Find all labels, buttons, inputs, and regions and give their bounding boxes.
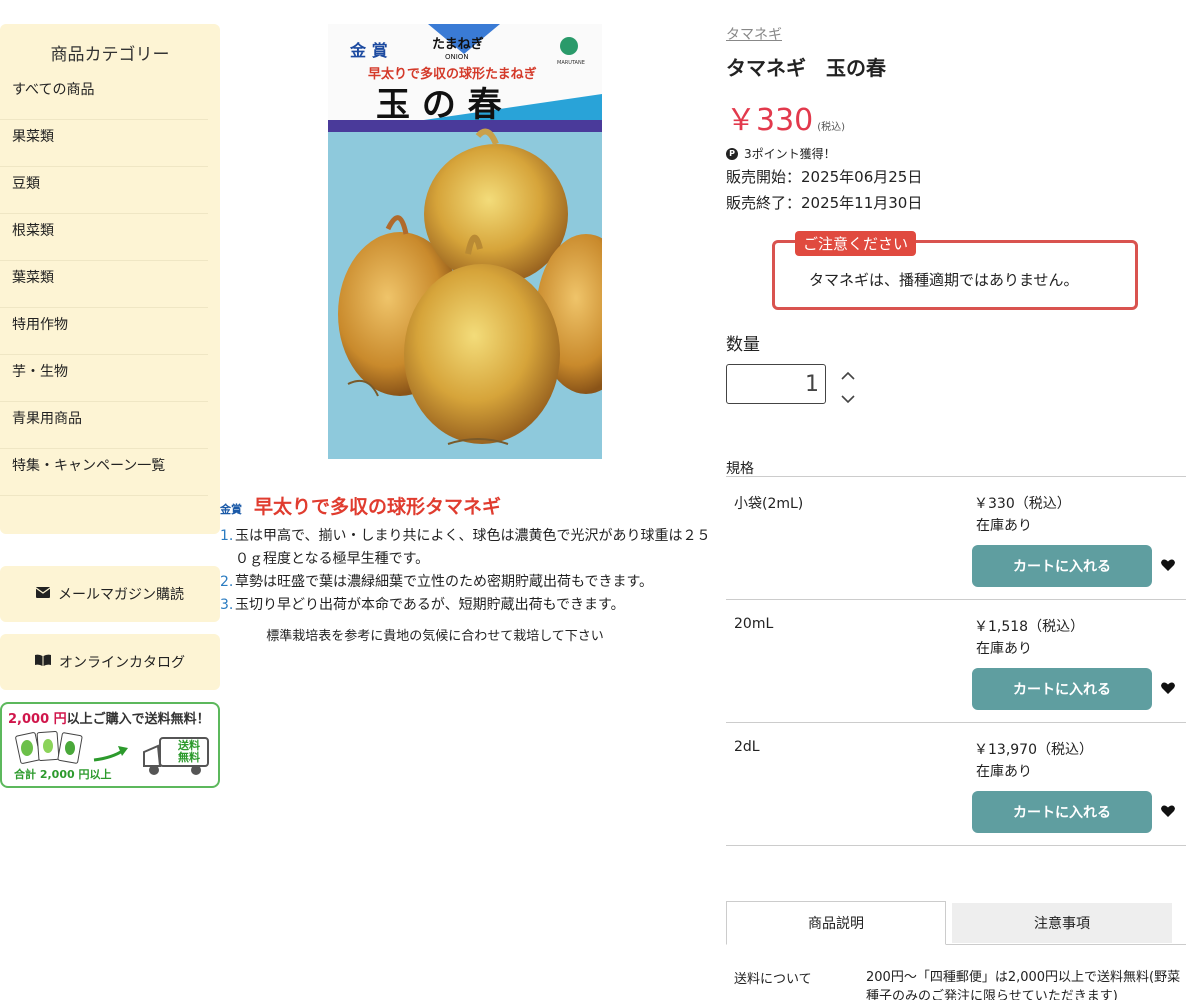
caution-notice: ご注意ください タマネギは、播種適期ではありません。 xyxy=(772,231,1138,310)
banner-amount: 2,000 円 xyxy=(8,712,67,727)
packet-en: ONION xyxy=(445,53,469,61)
product-detail: タマネギ タマネギ 玉の春 ￥330 (税込) P 3ポイント獲得！ 販売開始：… xyxy=(726,24,1186,1000)
caution-text: タマネギは、播種適期ではありません。 xyxy=(809,271,1079,289)
add-to-cart-button[interactable]: カートに入れる xyxy=(972,668,1152,710)
quantity-label: 数量 xyxy=(726,335,760,355)
add-to-cart-button[interactable]: カートに入れる xyxy=(972,791,1152,833)
spec-label: 規格 xyxy=(726,461,754,477)
category-item-fruit-vegetables[interactable]: 果菜類 xyxy=(0,120,208,167)
spec-price: ￥13,970（税込） xyxy=(974,742,1093,758)
chevron-down-icon[interactable] xyxy=(840,391,856,405)
product-image: 金 賞 たまねぎ ONION MARUTANE 早太りで多収の球形たまねぎ 玉 … xyxy=(328,24,602,459)
quantity-input[interactable] xyxy=(726,364,826,404)
spec-name: 小袋(2mL) xyxy=(734,496,804,512)
category-item-beans[interactable]: 豆類 xyxy=(0,167,208,214)
packet-name: 玉 の 春 xyxy=(376,85,502,125)
tab-notes[interactable]: 注意事項 xyxy=(952,903,1172,943)
feature-item: 2. 草勢は旺盛で葉は濃緑細葉で立性のため密期貯蔵出荷もできます。 xyxy=(220,574,654,590)
spec-stock: 在庫あり xyxy=(976,764,1032,780)
category-item-all[interactable]: すべての商品 xyxy=(0,73,208,120)
feature-item: 1. 玉は甲高で、揃い・しまり共によく、球色は濃黄色で光沢があり球重は２５０ｇ程度… xyxy=(220,528,711,567)
banner-headline: 2,000 円以上ご購入で送料無料！ xyxy=(8,708,210,727)
category-item-potatoes[interactable]: 芋・生物 xyxy=(0,355,208,402)
heart-icon[interactable] xyxy=(1160,680,1176,696)
product-price: ￥330 xyxy=(726,103,814,138)
sale-end: 販売終了：2025年11月30日 xyxy=(726,194,923,212)
banner-sub: 合計 2,000 円以上 xyxy=(14,768,112,781)
breadcrumb-category[interactable]: タマネギ xyxy=(726,27,782,43)
packet-maker: MARUTANE xyxy=(557,60,585,66)
description-heading: 金賞 早太りで多収の球形タマネギ xyxy=(220,492,720,519)
product-title: タマネギ 玉の春 xyxy=(726,56,886,80)
packet-kana: たまねぎ xyxy=(432,36,484,52)
add-to-cart-button[interactable]: カートに入れる xyxy=(972,545,1152,587)
category-item-leaf-vegetables[interactable]: 葉菜類 xyxy=(0,261,208,308)
points-info: P 3ポイント獲得！ xyxy=(726,145,1186,162)
mail-magazine-label: メールマガジン購読 xyxy=(58,587,184,603)
feature-list: 1. 玉は甲高で、揃い・しまり共によく、球色は濃黄色で光沢があり球重は２５０ｇ程度… xyxy=(220,525,720,617)
mail-magazine-button[interactable]: メールマガジン購読 xyxy=(0,566,220,622)
price-row: ￥330 (税込) xyxy=(726,95,1186,139)
sidebar: 商品カテゴリー すべての商品 果菜類 豆類 根菜類 葉菜類 特用作物 芋・生物 … xyxy=(0,24,220,788)
award-badge: 金賞 xyxy=(220,503,242,516)
banner-truck-label: 送料 無料 xyxy=(178,740,200,764)
category-item-special-crops[interactable]: 特用作物 xyxy=(0,308,208,355)
banner-rest: 以上ご購入で送料無料！ xyxy=(66,712,210,727)
cultivation-note: 標準栽培表を参考に貴地の気候に合わせて栽培して下さい xyxy=(266,629,604,644)
category-title: 商品カテゴリー xyxy=(50,45,170,65)
brand-logo-icon xyxy=(560,37,578,55)
description-title: 早太りで多収の球形タマネギ xyxy=(254,496,502,518)
shipping-text: 200円〜「四種郵便」は2,000円以上で送料無料(野菜種子のみのご発注に限らせ… xyxy=(866,970,1181,1000)
tab-description[interactable]: 商品説明 xyxy=(726,901,946,945)
heart-icon[interactable] xyxy=(1160,803,1176,819)
heart-icon[interactable] xyxy=(1160,557,1176,573)
caution-tag: ご注意ください xyxy=(795,231,917,256)
spec-row: 小袋(2mL) ￥330（税込） 在庫あり カートに入れる xyxy=(726,477,1186,600)
spec-table: 小袋(2mL) ￥330（税込） 在庫あり カートに入れる 20mL ￥1,51… xyxy=(726,476,1186,846)
truck-label-line2: 無料 xyxy=(178,751,200,764)
chevron-up-icon[interactable] xyxy=(840,368,856,382)
sale-start: 販売開始：2025年06月25日 xyxy=(726,168,923,186)
spec-stock: 在庫あり xyxy=(976,518,1032,534)
spec-row: 2dL ￥13,970（税込） 在庫あり カートに入れる xyxy=(726,723,1186,846)
truck-icon xyxy=(143,737,209,775)
online-catalog-label: オンラインカタログ xyxy=(59,655,185,671)
category-item-campaigns[interactable]: 特集・キャンペーン一覧 xyxy=(0,449,208,496)
product-description: 金賞 早太りで多収の球形タマネギ 1. 玉は甲高で、揃い・しまり共によく、球色は濃… xyxy=(220,492,720,644)
free-shipping-banner[interactable]: 2,000 円以上ご購入で送料無料！ 送料 無料 合計 2,000 円以上 xyxy=(0,702,220,788)
shipping-label: 送料について xyxy=(734,972,812,987)
spec-stock: 在庫あり xyxy=(976,641,1032,657)
packet-award: 金 賞 xyxy=(349,41,388,60)
online-catalog-button[interactable]: オンラインカタログ xyxy=(0,634,220,690)
spec-name: 20mL xyxy=(734,616,774,632)
detail-tabs: 商品説明 注意事項 xyxy=(726,901,1186,945)
spec-price: ￥330（税込） xyxy=(974,496,1071,512)
packet-catch: 早太りで多収の球形たまねぎ xyxy=(368,66,537,82)
spec-row: 20mL ￥1,518（税込） 在庫あり カートに入れる xyxy=(726,600,1186,723)
category-item-produce[interactable]: 青果用商品 xyxy=(0,402,208,449)
spec-name: 2dL xyxy=(734,739,760,755)
feature-item: 3. 玉切り早どり出荷が本命であるが、短期貯蔵出荷もできます。 xyxy=(220,597,625,613)
tax-label: (税込) xyxy=(817,122,846,133)
envelope-icon xyxy=(35,586,51,602)
book-icon xyxy=(35,654,51,670)
sale-dates: 販売開始：2025年06月25日 販売終了：2025年11月30日 xyxy=(726,164,1186,216)
spec-price: ￥1,518（税込） xyxy=(974,619,1085,635)
category-box: 商品カテゴリー すべての商品 果菜類 豆類 根菜類 葉菜類 特用作物 芋・生物 … xyxy=(0,24,220,534)
points-icon: P xyxy=(726,147,738,160)
category-item-root-vegetables[interactable]: 根菜類 xyxy=(0,214,208,261)
points-text: 3ポイント獲得！ xyxy=(744,147,836,161)
